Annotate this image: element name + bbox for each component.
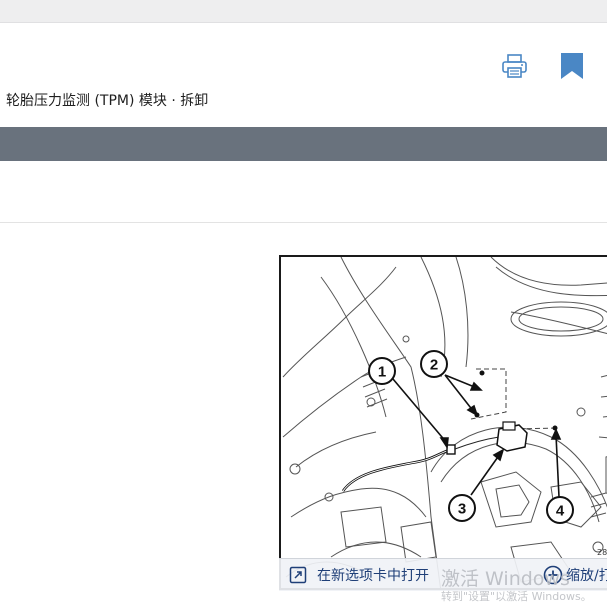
windows-activation-hint: 转到"设置"以激活 Windows。 (441, 590, 592, 603)
figure-illustration: 1 2 3 4 (282, 257, 607, 588)
callout-4: 4 (556, 503, 565, 520)
callout-1: 1 (378, 364, 386, 381)
zoom-label: 缩放/打 (566, 568, 607, 584)
section-divider (0, 222, 607, 223)
open-in-new-tab-button[interactable]: 在新选项卡中打开 (289, 564, 429, 586)
printer-icon (502, 54, 527, 78)
bookmark-icon (561, 53, 583, 79)
browser-top-strip (0, 0, 607, 23)
page-title: 轮胎压力监测 (TPM) 模块 · 拆卸 (6, 93, 209, 109)
open-external-icon (289, 566, 307, 584)
callout-3: 3 (458, 501, 466, 518)
callout-2: 2 (430, 357, 438, 374)
print-button[interactable] (500, 53, 530, 79)
section-bar (0, 127, 607, 161)
open-in-new-tab-label: 在新选项卡中打开 (317, 568, 429, 584)
figure-number: 28 (597, 548, 607, 557)
bookmark-button[interactable] (558, 52, 586, 80)
tpm-module-figure[interactable]: 1 2 3 4 (279, 255, 607, 590)
windows-activation-watermark: 激活 Windows (441, 568, 570, 590)
